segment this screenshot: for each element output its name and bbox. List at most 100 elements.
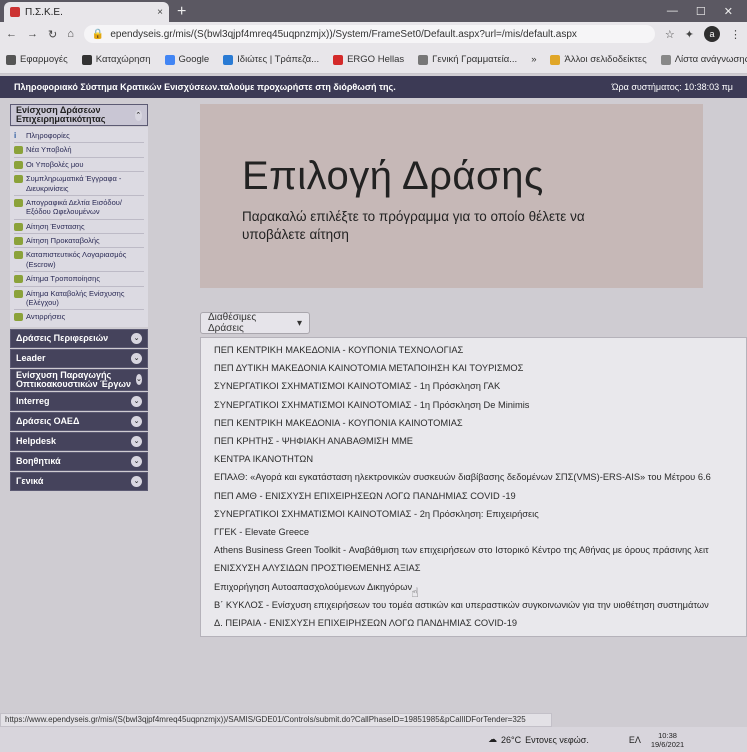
back-icon[interactable]: ← [6, 28, 17, 40]
close-tab-icon[interactable]: × [157, 7, 163, 18]
menu-item[interactable]: Β΄ ΚΥΚΛΟΣ - Ενίσχυση επιχειρήσεων του το… [201, 596, 746, 614]
menu-item[interactable]: ΕΝΙΣΧΥΣΗ ΑΛΥΣΙΔΩΝ ΠΡΟΣΤΙΘΕΜΕΝΗΣ ΑΞΙΑΣ [201, 559, 746, 577]
new-tab-button[interactable]: + [177, 3, 186, 21]
chevron-down-icon[interactable]: ⌄ [135, 374, 142, 386]
sidebar-item-info[interactable]: i Πληροφορίες [14, 129, 144, 144]
taskbar-clock[interactable]: 10:38 19/6/2021 [651, 731, 684, 749]
browser-toolbar: ← → ↻ ⌂ 🔒 ependyseis.gr/mis/(S(bwl3qjpf4… [0, 22, 747, 46]
caret-down-icon: ▾ [296, 317, 302, 329]
folder-icon [550, 54, 561, 65]
menu-item[interactable]: ΣΥΝΕΡΓΑΤΙΚΟΙ ΣΧΗΜΑΤΙΣΜΟΙ ΚΑΙΝΟΤΟΜΙΑΣ - 1… [201, 377, 746, 395]
sidebar-section-helpdesk[interactable]: Helpdesk ⌄ [10, 431, 148, 451]
extensions-icon[interactable]: ✦ [685, 28, 694, 41]
bookmark-ergo[interactable]: ERGO Hellas [333, 54, 404, 65]
sidebar-item-supplementary-docs[interactable]: Συμπληρωματικά Έγγραφα - Διευκρινίσεις [14, 172, 144, 196]
folder-icon [14, 175, 23, 184]
other-bookmarks[interactable]: Άλλοι σελιδοδείκτες [550, 54, 647, 65]
folder-icon [14, 313, 23, 322]
available-actions-dropdown[interactable]: Διαθέσιμες Δράσεις ▾ [200, 312, 310, 334]
sidebar-section-general[interactable]: Γενικά ⌄ [10, 471, 148, 491]
menu-item[interactable]: Athens Business Green Toolkit - Αναβάθμι… [201, 541, 746, 559]
reload-icon[interactable]: ↻ [48, 28, 57, 41]
sidebar-section-leader[interactable]: Leader ⌄ [10, 348, 148, 368]
bookmark-icon [81, 54, 92, 65]
window-controls: — ☐ ✕ [667, 5, 747, 18]
sidebar-section-auxiliary[interactable]: Βοηθητικά ⌄ [10, 451, 148, 471]
bookmark-gg[interactable]: Γενική Γραμματεία... [418, 54, 517, 65]
bookmark-bank[interactable]: Ιδιώτες | Τράπεζα... [223, 54, 319, 65]
system-clock: Ώρα συστήματος: 10:38:03 πμ [611, 82, 733, 92]
close-window-icon[interactable]: ✕ [724, 5, 733, 18]
avatar[interactable]: a [704, 26, 720, 42]
sidebar-section-interreg[interactable]: Interreg ⌄ [10, 391, 148, 411]
sidebar-item-escrow[interactable]: Καταπιστευτικός Λογαριασμός (Escrow) [14, 248, 144, 273]
menu-item[interactable]: ΕΠΑλΘ: «Αγορά και εγκατάσταση ηλεκτρονικ… [201, 468, 746, 486]
folder-icon [14, 275, 23, 284]
menu-item[interactable]: ΠΕΠ ΚΕΝΤΡΙΚΗ ΜΑΚΕΔΟΝΙΑ - ΚΟΥΠΟΝΙΑ ΚΑΙΝΟΤ… [201, 414, 746, 432]
sidebar-item-objection[interactable]: Αίτηση Ένστασης [14, 220, 144, 234]
maximize-icon[interactable]: ☐ [696, 5, 706, 18]
sidebar-item-payment[interactable]: Αίτημα Καταβολής Ενίσχυσης (Ελέγχου) [14, 287, 144, 311]
menu-item[interactable]: Επιχορήγηση Αυτοαπασχολούμενων Δικηγόρων [201, 577, 746, 595]
menu-item[interactable]: ΠΕΠ ΔΥΤΙΚΗ ΜΑΚΕΔΟΝΙΑ ΚΑΙΝΟΤΟΜΙΑ ΜΕΤΑΠΟΙΗ… [201, 359, 746, 377]
site-favicon-icon [10, 7, 20, 17]
bookmark-katachorisi[interactable]: Καταχώρηση [81, 54, 151, 65]
reading-list[interactable]: Λίστα ανάγνωσης [660, 54, 747, 65]
sidebar-section-oaed[interactable]: Δράσεις ΟΑΕΔ ⌄ [10, 411, 148, 431]
ergo-icon [333, 54, 344, 65]
sidebar-item-advance[interactable]: Αίτηση Προκαταβολής [14, 234, 144, 249]
folder-icon [14, 222, 23, 231]
menu-item[interactable]: ΠΕΠ ΚΕΝΤΡΙΚΗ ΜΑΚΕΔΟΝΙΑ - ΚΟΥΠΟΝΙΑ ΤΕΧΝΟΛ… [201, 341, 746, 359]
weather-widget[interactable]: ☁ 26°C Εντονες νεφώσ. [488, 734, 589, 745]
chevron-down-icon[interactable]: ⌄ [131, 475, 142, 487]
minimize-icon[interactable]: — [667, 5, 678, 18]
sidebar-item-my-submissions[interactable]: Οι Υποβολές μου [14, 158, 144, 173]
menu-item[interactable]: Δ. ΠΕΙΡΑΙΑ - ΕΝΙΣΧΥΣΗ ΕΠΙΧΕΙΡΗΣΕΩΝ ΛΟΓΩ … [201, 614, 746, 632]
chevron-down-icon[interactable]: ⌄ [131, 455, 142, 467]
sidebar-section-audiovisual[interactable]: Ενίσχυση Παραγωγής Οπτικοακουστικών Έργω… [10, 368, 148, 391]
sidebar-section-regions[interactable]: Δράσεις Περιφερειών ⌄ [10, 328, 148, 348]
hero-panel: Επιλογή Δράσης Παρακαλώ επιλέξτε το πρόγ… [200, 104, 703, 288]
address-url: ependyseis.gr/mis/(S(bwl3qjpf4mreq45uqpn… [110, 28, 577, 40]
menu-item[interactable]: ΠΕΠ ΚΡΗΤΗΣ - ΨΗΦΙΑΚΗ ΑΝΑΒΑΘΜΙΣΗ ΜΜΕ [201, 432, 746, 450]
menu-item[interactable]: ΣΥΝΕΡΓΑΤΙΚΟΙ ΣΧΗΜΑΤΙΣΜΟΙ ΚΑΙΝΟΤΟΜΙΑΣ - 2… [201, 505, 746, 523]
reading-list-icon [660, 54, 671, 65]
keyboard-language[interactable]: ΕΛ [629, 735, 641, 745]
forward-icon[interactable]: → [27, 28, 38, 40]
google-icon [164, 54, 175, 65]
sidebar-section-entrepreneurship[interactable]: Ενίσχυση Δράσεων Επιχειρηματικότητας ⌃ [10, 104, 148, 126]
chevron-down-icon[interactable]: ⌄ [131, 415, 142, 427]
home-icon[interactable]: ⌂ [67, 28, 74, 40]
browser-tab[interactable]: Π.Σ.Κ.Ε. × [4, 2, 169, 22]
star-icon[interactable]: ☆ [665, 28, 675, 41]
lock-icon: 🔒 [91, 28, 105, 40]
temperature: 26°C [501, 734, 522, 745]
chevron-down-icon[interactable]: ⌄ [131, 332, 142, 344]
cloud-icon: ☁ [488, 734, 497, 744]
bookmarks-overflow-button[interactable]: » [531, 54, 536, 65]
folder-icon [14, 198, 23, 207]
menu-item[interactable]: ΣΥΝΕΡΓΑΤΙΚΟΙ ΣΧΗΜΑΤΙΣΜΟΙ ΚΑΙΝΟΤΟΜΙΑΣ - 1… [201, 396, 746, 414]
actions-menu: ΠΕΠ ΚΕΝΤΡΙΚΗ ΜΑΚΕΔΟΝΙΑ - ΚΟΥΠΟΝΙΑ ΤΕΧΝΟΛ… [200, 337, 747, 637]
menu-item[interactable]: ΓΓΕΚ - Elevate Greece [201, 523, 746, 541]
sidebar-item-new-submission[interactable]: Νέα Υποβολή [14, 143, 144, 158]
bookmark-apps[interactable]: Εφαρμογές [6, 54, 68, 65]
menu-item[interactable]: ΠΕΠ ΑΜΘ - ΕΝΙΣΧΥΣΗ ΕΠΙΧΕΙΡΗΣΕΩΝ ΛΟΓΩ ΠΑΝ… [201, 487, 746, 505]
chevron-up-icon[interactable]: ⌃ [134, 109, 142, 121]
sidebar-item-counterclaims[interactable]: Αντιρρήσεις [14, 310, 144, 323]
taskbar-time: 10:38 [658, 730, 677, 740]
menu-kebab-icon[interactable]: ⋮ [730, 28, 741, 41]
info-icon: i [14, 131, 17, 140]
address-bar[interactable]: 🔒 ependyseis.gr/mis/(S(bwl3qjpf4mreq45uq… [83, 25, 655, 43]
chevron-down-icon[interactable]: ⌄ [131, 435, 142, 447]
chevron-down-icon[interactable]: ⌄ [131, 352, 142, 364]
menu-item[interactable]: ΚΕΝΤΡΑ ΙΚΑΝΟΤΗΤΩΝ [201, 450, 746, 468]
folder-icon [14, 237, 23, 245]
sidebar-item-census-sheets[interactable]: Απογραφικά Δελτία Εισόδου/ Εξόδου Ωφελου… [14, 196, 144, 220]
link-status-url: https://www.ependyseis.gr/mis/(S(bwl3qjp… [0, 713, 552, 727]
sidebar-item-modification[interactable]: Αίτημα Τροποποίησης [14, 272, 144, 287]
sidebar: Ενίσχυση Δράσεων Επιχειρηματικότητας ⌃ i… [10, 104, 148, 492]
folder-icon [14, 160, 23, 169]
bookmark-google[interactable]: Google [164, 54, 209, 65]
chevron-down-icon[interactable]: ⌄ [131, 395, 142, 407]
